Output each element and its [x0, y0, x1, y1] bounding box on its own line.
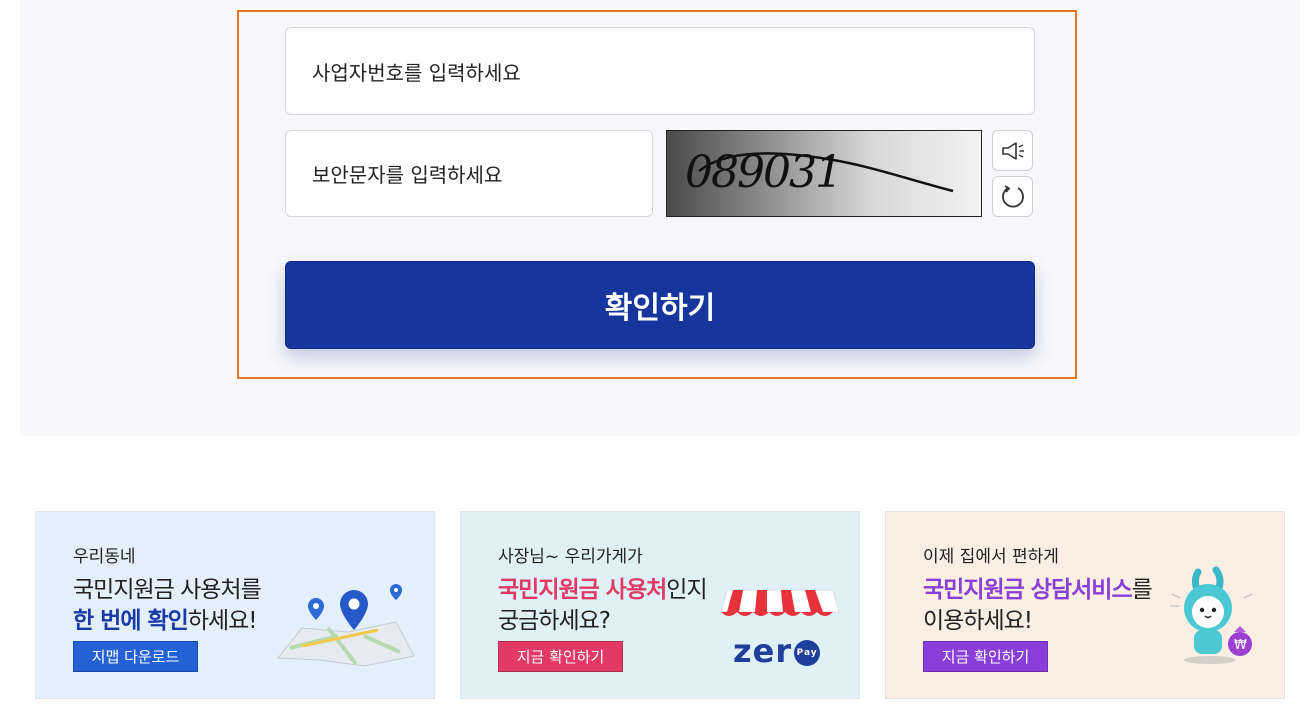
banner-headline-2: 한 번에 확인하세요!: [73, 601, 258, 635]
map-download-button[interactable]: 지맵 다운로드: [73, 641, 198, 672]
speaker-icon: [1001, 141, 1024, 160]
business-number-input[interactable]: 사업자번호를 입력하세요: [285, 27, 1035, 115]
banner-subtitle: 우리동네: [73, 547, 136, 567]
banner-headline-rest: 하세요!: [187, 608, 258, 634]
banner-headline: 국민지원금 상담서비스를: [923, 570, 1153, 604]
banner-subtitle: 사장님~ 우리가게가: [498, 547, 643, 567]
banner-headline-2: 궁금하세요?: [498, 608, 611, 634]
zeropay-logo-text: zer: [733, 632, 793, 670]
banner-zeropay[interactable]: 사장님~ 우리가게가 국민지원금 사용처인지 궁금하세요? 지금 확인하기 ze…: [460, 511, 860, 699]
banner-subtitle: 이제 집에서 편하게: [923, 547, 1059, 567]
consultation-check-button[interactable]: 지금 확인하기: [923, 641, 1048, 672]
banner-consultation[interactable]: 이제 집에서 편하게 국민지원금 상담서비스를 이용하세요! 지금 확인하기 ₩: [885, 511, 1285, 699]
zeropay-logo: zer Pay: [733, 632, 821, 670]
zeropay-pay-badge: Pay: [794, 640, 821, 666]
security-text-placeholder: 보안문자를 입력하세요: [312, 163, 503, 187]
banner-headline: 국민지원금 사용처인지: [498, 570, 708, 604]
money-bag-symbol: ₩: [1234, 638, 1247, 653]
confirm-button[interactable]: 확인하기: [285, 261, 1035, 349]
banner-headline: 국민지원금 사용처를: [73, 577, 262, 603]
audio-captcha-button[interactable]: [992, 130, 1033, 171]
banner-highlight: 국민지원금 사용처: [498, 577, 667, 603]
business-number-placeholder: 사업자번호를 입력하세요: [312, 60, 521, 85]
awning-icon: [720, 589, 840, 616]
refresh-icon: [1001, 184, 1024, 208]
mascot-icon: ₩: [1170, 566, 1253, 664]
banner-map-download[interactable]: 우리동네 국민지원금 사용처를 한 번에 확인하세요! 지맵 다운로드: [35, 511, 435, 699]
captcha-image: 089031: [666, 130, 982, 217]
banner-highlight: 국민지원금 상담서비스: [923, 577, 1133, 603]
banner-headline-rest: 를: [1131, 577, 1153, 603]
banner-headline-rest: 인지: [666, 577, 707, 603]
zeropay-check-button[interactable]: 지금 확인하기: [498, 641, 623, 672]
refresh-captcha-button[interactable]: [992, 176, 1033, 217]
banner-headline-2: 이용하세요!: [923, 608, 1033, 634]
security-text-input[interactable]: 보안문자를 입력하세요: [285, 130, 653, 217]
captcha-noise-line: [698, 152, 954, 193]
map-pin-icon: [276, 584, 415, 667]
banner-highlight: 한 번에 확인: [73, 608, 189, 634]
